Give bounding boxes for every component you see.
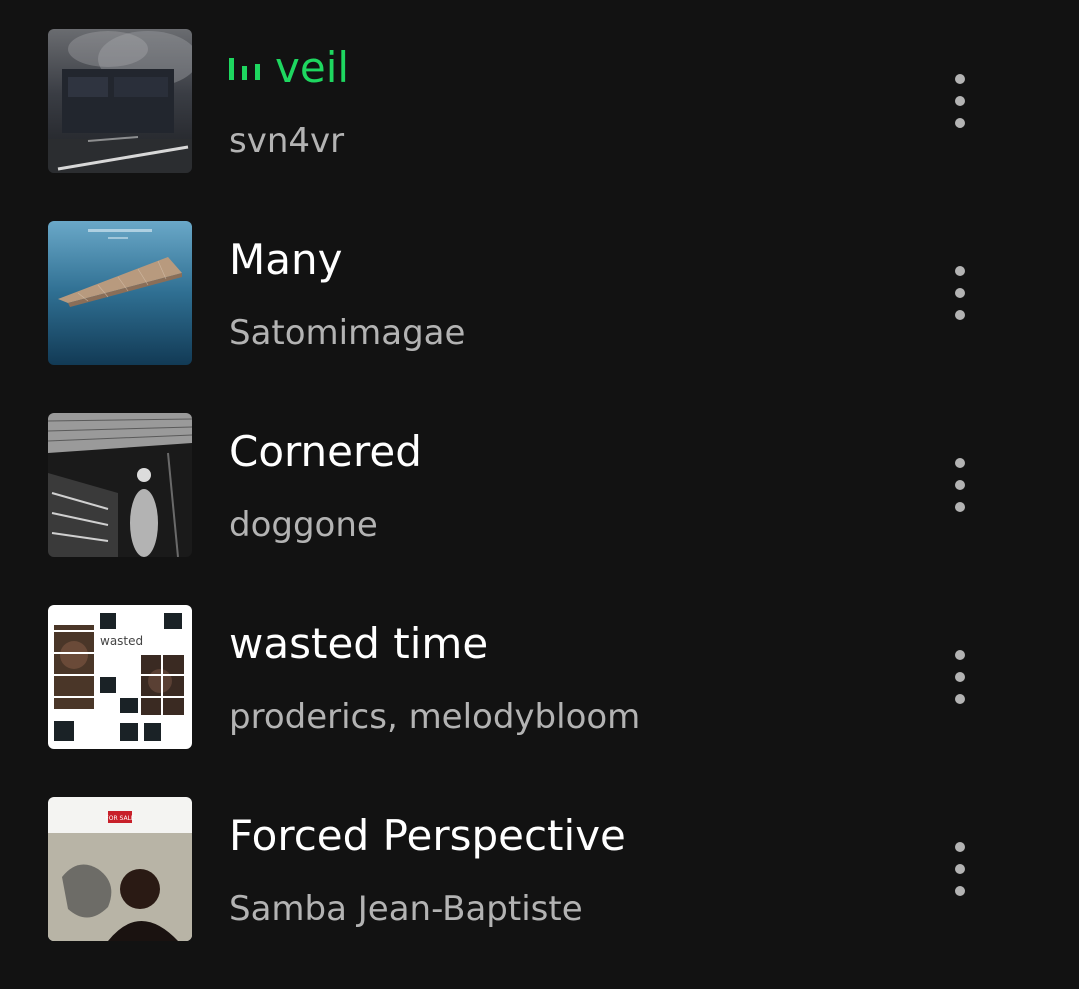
track-artist: Samba Jean-Baptiste [229, 889, 583, 929]
more-options-button[interactable] [932, 453, 988, 517]
cover-text: FOR SALE [105, 815, 135, 822]
track-artist: doggone [229, 505, 378, 545]
more-options-button[interactable] [932, 645, 988, 709]
track-artist: svn4vr [229, 121, 345, 161]
track-row[interactable]: veil svn4vr [0, 29, 1079, 173]
more-options-button[interactable] [932, 837, 988, 901]
more-vertical-icon [955, 458, 965, 512]
track-title: veil [229, 43, 349, 93]
more-options-button[interactable] [932, 261, 988, 325]
album-cover: FOR SALE [48, 797, 192, 941]
track-list: veil svn4vr Many Satomimagae Cornered do… [0, 29, 1079, 989]
track-title: wasted time [229, 619, 489, 668]
more-options-button[interactable] [932, 69, 988, 133]
track-title: Many [229, 235, 343, 284]
track-artist: Satomimagae [229, 313, 466, 353]
album-cover [48, 29, 192, 173]
track-title: Cornered [229, 427, 422, 476]
track-row[interactable]: FOR SALE Forced Perspective Samba Jean-B… [0, 797, 1079, 941]
album-cover: wasted [48, 605, 192, 749]
more-vertical-icon [955, 74, 965, 128]
track-row[interactable]: wasted wasted time proderics, melodybloo… [0, 605, 1079, 749]
more-vertical-icon [955, 650, 965, 704]
album-cover [48, 221, 192, 365]
track-artist: proderics, melodybloom [229, 697, 641, 737]
track-row[interactable]: Many Satomimagae [0, 221, 1079, 365]
equalizer-icon [229, 58, 261, 80]
album-cover [48, 413, 192, 557]
more-vertical-icon [955, 842, 965, 896]
cover-text: wasted [100, 634, 143, 648]
track-row[interactable]: Cornered doggone [0, 413, 1079, 557]
track-title: Forced Perspective [229, 811, 626, 860]
more-vertical-icon [955, 266, 965, 320]
track-title-text: veil [275, 43, 350, 92]
